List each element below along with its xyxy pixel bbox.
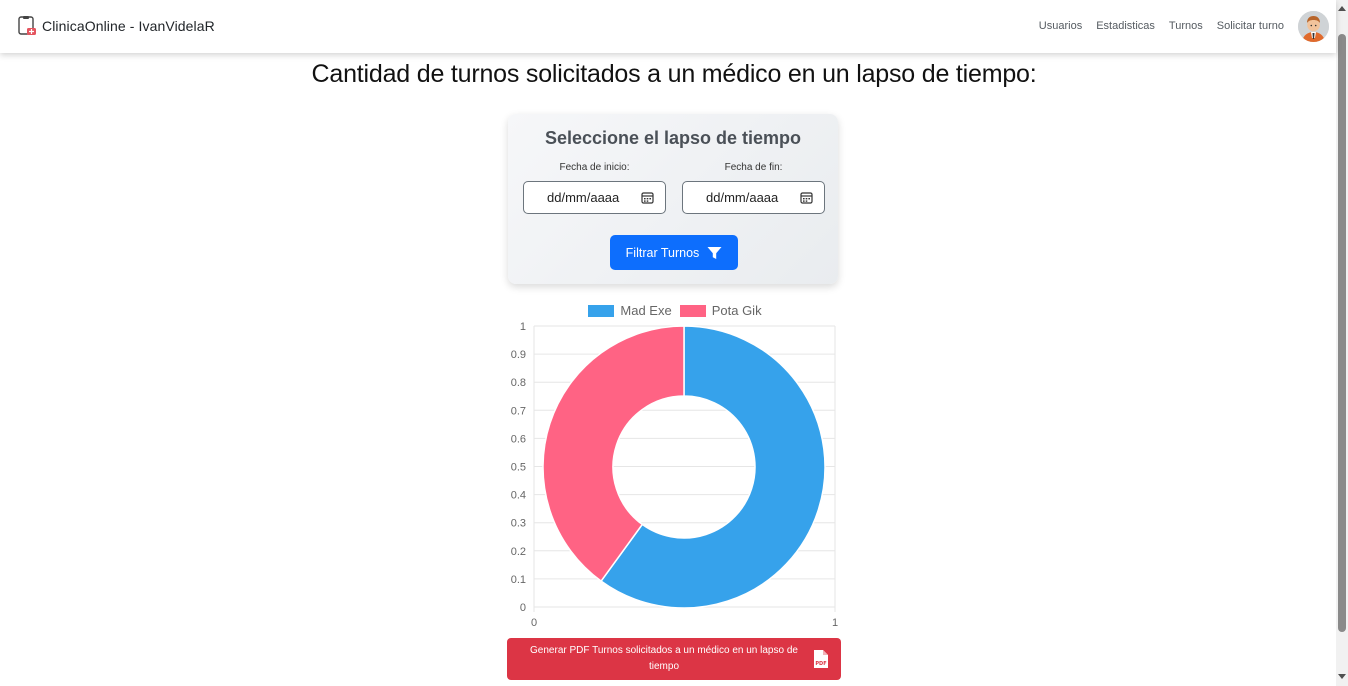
nav-link-usuarios[interactable]: Usuarios <box>1039 20 1082 32</box>
nav-link-turnos[interactable]: Turnos <box>1169 20 1203 32</box>
y-tick-label: 0.6 <box>511 433 526 445</box>
filter-card-title: Seleccione el lapso de tiempo <box>544 128 802 148</box>
y-tick-label: 0.1 <box>511 574 526 586</box>
pdf-button-label: Generar PDF Turnos solicitados a un médi… <box>530 645 798 672</box>
filter-button-label: Filtrar Turnos <box>625 245 700 260</box>
filter-turnos-button[interactable]: Filtrar Turnos <box>610 235 738 270</box>
top-navbar: ClinicaOnline - IvanVidelaR Usuarios Est… <box>0 0 1336 53</box>
clinic-logo-icon <box>18 16 36 35</box>
y-tick-label: 0.4 <box>511 490 526 502</box>
funnel-icon <box>707 246 722 259</box>
generate-pdf-button[interactable]: Generar PDF Turnos solicitados a un médi… <box>507 638 841 680</box>
end-date-label: Fecha de fin: <box>724 162 783 173</box>
y-tick-label: 0.3 <box>511 518 526 530</box>
start-date-input[interactable]: dd/mm/aaaa <box>523 181 666 214</box>
brand-title: ClinicaOnline - IvanVidelaR <box>42 18 215 34</box>
doughnut-chart: Mad Exe Pota Gik 1 0.9 0.8 0.7 0.6 0.5 0.4 0.3 0… <box>500 296 850 631</box>
pdf-file-icon: PDF <box>814 650 828 668</box>
y-tick-label: 0.9 <box>511 349 526 361</box>
start-date-value: dd/mm/aaaa <box>547 190 620 205</box>
end-date-value: dd/mm/aaaa <box>706 190 779 205</box>
y-tick-label: 0.8 <box>511 377 526 389</box>
page-title: Cantidad de turnos solicitados a un médi… <box>311 60 1037 88</box>
y-tick-label: 0.5 <box>511 462 526 474</box>
svg-text:PDF: PDF <box>815 661 826 667</box>
chart-canvas: 1 0.9 0.8 0.7 0.6 0.5 0.4 0.3 0.2 0.1 00 1 <box>511 321 838 629</box>
y-tick-label: 1 <box>520 321 526 333</box>
y-tick-label: 0.7 <box>511 405 526 417</box>
nav-link-estadisticas[interactable]: Estadisticas <box>1096 20 1155 32</box>
y-tick-label: 0.2 <box>511 546 526 558</box>
user-avatar[interactable] <box>1298 11 1329 42</box>
start-date-label: Fecha de inicio: <box>559 162 630 173</box>
calendar-icon[interactable] <box>800 191 813 204</box>
nav-links: Usuarios Estadisticas Turnos Solicitar t… <box>1039 20 1284 32</box>
page-scrollbar[interactable] <box>1336 0 1348 686</box>
scroll-up-arrow-icon[interactable] <box>1338 6 1346 11</box>
scroll-down-arrow-icon[interactable] <box>1338 674 1346 679</box>
brand[interactable]: ClinicaOnline - IvanVidelaR <box>18 16 215 36</box>
x-tick-label: 0 <box>531 617 537 629</box>
date-filter-card: Seleccione el lapso de tiempo Fecha de i… <box>508 114 838 284</box>
end-date-input[interactable]: dd/mm/aaaa <box>682 181 825 214</box>
scrollbar-thumb[interactable] <box>1338 34 1346 632</box>
calendar-icon[interactable] <box>641 191 654 204</box>
x-tick-label: 1 <box>832 617 838 629</box>
avatar-image <box>1298 11 1329 42</box>
y-tick-label: 0 <box>520 602 526 614</box>
nav-link-solicitar-turno[interactable]: Solicitar turno <box>1217 20 1284 32</box>
